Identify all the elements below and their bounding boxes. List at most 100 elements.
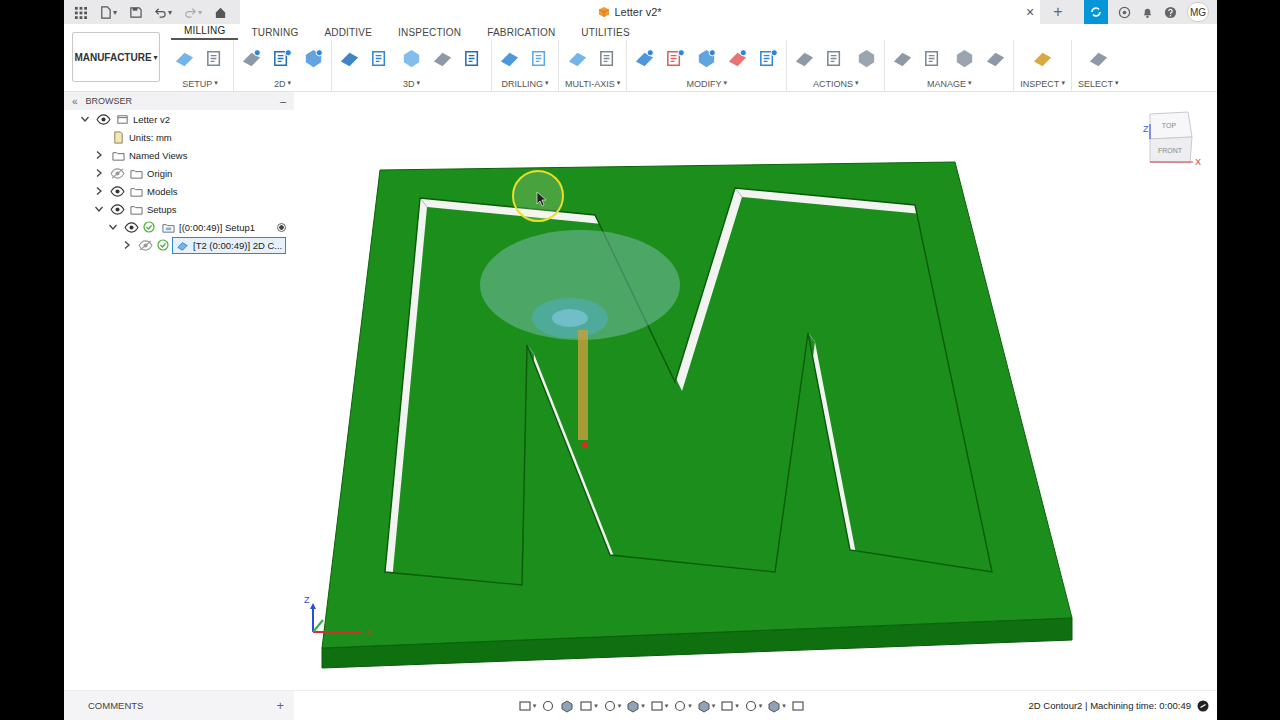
visibility-toggle[interactable] [108,168,126,179]
document-tab[interactable]: Letter v2*× [240,0,1040,24]
home-icon[interactable] [214,6,227,19]
tool-icon[interactable] [597,47,620,70]
tool-icon[interactable] [891,47,914,70]
user-avatar[interactable]: MG [1187,2,1209,22]
tool-icon[interactable] [302,47,325,70]
stock-model[interactable] [322,162,1072,668]
grid-icon[interactable] [74,6,87,19]
group-label[interactable]: MANAGE▾ [927,79,972,89]
tool-icon[interactable] [757,47,780,70]
chevron-icon[interactable] [80,114,90,124]
undo-button[interactable]: ▾ [154,6,172,19]
viewcube[interactable]: TOPFRONTZX [1143,112,1201,167]
group-label[interactable]: MULTI-AXIS▾ [565,79,620,89]
nav-tool[interactable] [541,699,555,713]
group-label[interactable]: SETUP▾ [182,79,218,89]
add-comment-button[interactable]: + [276,698,284,713]
nav-tool[interactable]: ▾ [579,699,598,713]
comments-panel[interactable]: COMMENTS+ [64,691,294,720]
bell-icon[interactable] [1141,6,1154,19]
tool-icon[interactable] [173,47,196,70]
browser-item[interactable]: Named Views [64,146,294,164]
tool-icon[interactable] [824,47,847,70]
nav-tool[interactable]: ▾ [518,699,537,713]
chevron-icon[interactable] [94,168,104,178]
close-tab-button[interactable]: × [1020,4,1040,20]
chevron-icon[interactable] [94,204,104,214]
tool-icon[interactable] [240,47,263,70]
new-tab-button[interactable]: + [1040,3,1076,21]
ribbon-tab[interactable]: TURNING [238,27,311,40]
nav-tool[interactable]: ▾ [697,699,716,713]
tool-icon[interactable] [664,47,687,70]
tool-icon[interactable] [984,47,1007,70]
nav-tool[interactable] [791,699,805,713]
status-icon[interactable] [1197,700,1209,712]
tool-icon[interactable] [566,47,589,70]
tool-icon[interactable] [855,47,878,70]
tool-icon[interactable] [498,47,521,70]
tool-icon[interactable] [695,47,718,70]
nav-tool[interactable]: ▾ [626,699,645,713]
group-label[interactable]: 3D▾ [403,79,420,89]
browser-item[interactable]: Units: mm [64,128,294,146]
browser-item[interactable]: Origin [64,164,294,182]
save-icon[interactable] [129,6,142,19]
group-label[interactable]: ACTIONS▾ [813,79,859,89]
group-label[interactable]: MODIFY▾ [687,79,728,89]
visibility-toggle[interactable] [136,240,154,251]
collapse-browser-button[interactable]: « [72,96,78,107]
nav-tool[interactable]: ▾ [744,699,763,713]
letter-pocket[interactable] [385,188,999,594]
tool-icon[interactable] [529,47,552,70]
chevron-icon[interactable] [122,240,132,250]
tool-icon[interactable] [633,47,656,70]
tool-icon[interactable] [369,47,392,70]
redo-button[interactable]: ▾ [184,6,202,19]
visibility-toggle[interactable] [108,186,126,197]
chevron-icon[interactable] [94,150,104,160]
chevron-icon[interactable] [108,222,118,232]
visibility-toggle[interactable] [122,222,140,233]
clock-icon[interactable] [1118,6,1131,19]
nav-tool[interactable]: ▾ [603,699,622,713]
visibility-toggle[interactable] [94,114,112,125]
nav-tool[interactable]: ▾ [650,699,669,713]
nav-tool[interactable]: ▾ [673,699,692,713]
model-view[interactable]: TOPFRONTZXZX [294,92,1217,690]
group-label[interactable]: SELECT▾ [1078,79,1119,89]
nav-tool[interactable]: ▾ [720,699,739,713]
browser-item[interactable]: Models [64,182,294,200]
tool-icon[interactable] [431,47,454,70]
nav-tool[interactable] [560,699,574,713]
tool-icon[interactable] [338,47,361,70]
tool-icon[interactable] [462,47,485,70]
visibility-toggle[interactable] [108,204,126,215]
browser-item[interactable]: [(0:00:49)] Setup1 [64,218,294,236]
minimize-browser-button[interactable]: – [280,95,286,107]
nav-tool[interactable]: ▾ [767,699,786,713]
job-status-button[interactable] [1084,0,1108,24]
tool-icon[interactable] [953,47,976,70]
browser-item[interactable]: Letter v2 [64,110,294,128]
group-label[interactable]: DRILLING▾ [501,79,548,89]
tool-icon[interactable] [271,47,294,70]
ribbon-tab[interactable]: INSPECTION [385,27,474,40]
browser-item[interactable]: [T2 (0:00:49)] 2D C... [64,236,294,254]
chevron-icon[interactable] [94,186,104,196]
group-label[interactable]: 2D▾ [274,79,291,89]
workspace-switcher[interactable]: MANUFACTURE▾ [72,32,160,82]
file-button[interactable]: ▾ [99,6,117,19]
tool-icon[interactable] [922,47,945,70]
ribbon-tab[interactable]: UTILITIES [568,27,642,40]
tool-icon[interactable] [726,47,749,70]
group-label[interactable]: INSPECT▾ [1020,79,1065,89]
active-setup-radio[interactable] [277,223,286,232]
tool-icon[interactable] [1087,47,1110,70]
help-icon[interactable] [1164,6,1177,19]
browser-item[interactable]: Setups [64,200,294,218]
tool-icon[interactable] [400,47,423,70]
tool-icon[interactable] [1031,47,1054,70]
viewport[interactable]: TOPFRONTZXZX [294,92,1217,690]
ribbon-tab[interactable]: ADDITIVE [311,27,385,40]
